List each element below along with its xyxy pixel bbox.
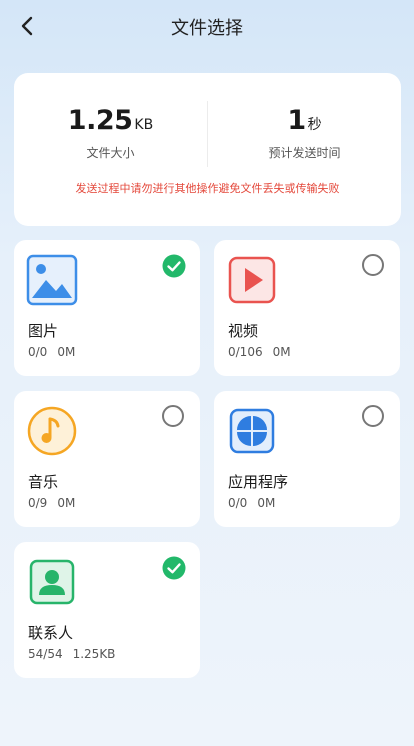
category-meta: 0/0 0M: [28, 345, 85, 359]
radio-circle: [362, 254, 384, 276]
radio-circle: [362, 405, 384, 427]
video-icon: [228, 256, 276, 304]
file-size-value: 1.25: [67, 105, 133, 136]
checked-icon[interactable]: [162, 556, 186, 580]
category-meta: 0/106 0M: [228, 345, 301, 359]
category-name: 图片: [28, 322, 59, 340]
category-name: 联系人: [28, 624, 74, 642]
category-count: 0/0: [28, 345, 48, 359]
category-meta: 0/0 0M: [228, 496, 285, 510]
radio-unchecked-icon[interactable]: [162, 405, 186, 429]
page-title: 文件选择: [171, 18, 243, 39]
category-card-images[interactable]: 图片 0/0 0M: [14, 240, 200, 376]
send-time-unit: 秒: [307, 117, 322, 133]
category-name: 视频: [228, 322, 259, 340]
category-card-music[interactable]: 音乐 0/9 0M: [14, 391, 200, 527]
category-meta: 54/54 1.25KB: [28, 647, 125, 661]
category-count: 0/106: [228, 345, 263, 359]
transfer-stats-card: 1.25 KB 文件大小 1秒 预计发送时间 发送过程中请勿进行其他操作避免文件丢…: [14, 73, 401, 226]
category-name: 音乐: [28, 473, 59, 491]
contact-icon: [29, 559, 75, 605]
category-size: 0M: [57, 345, 76, 359]
category-count: 0/9: [28, 496, 48, 510]
apps-icon: [229, 408, 275, 454]
category-count: 54/54: [28, 647, 63, 661]
send-time-value: 1: [287, 105, 306, 136]
checked-icon[interactable]: [162, 254, 186, 278]
file-size-unit: KB: [134, 117, 154, 133]
category-name: 应用程序: [228, 473, 289, 491]
category-size: 0M: [57, 496, 76, 510]
category-card-apps[interactable]: 应用程序 0/0 0M: [214, 391, 400, 527]
category-count: 0/0: [228, 496, 248, 510]
music-icon: [27, 406, 77, 456]
send-time-label: 预计发送时间: [268, 146, 341, 160]
category-card-contacts[interactable]: 联系人 54/54 1.25KB: [14, 542, 200, 678]
radio-unchecked-icon[interactable]: [362, 405, 386, 429]
file-size-stat: 1.25 KB 文件大小: [14, 105, 207, 161]
send-time-stat: 1秒 预计发送时间: [208, 105, 401, 161]
radio-unchecked-icon[interactable]: [362, 254, 386, 278]
top-bar: 文件选择: [0, 0, 414, 52]
file-size-label: 文件大小: [86, 146, 135, 160]
category-size: 1.25KB: [72, 647, 116, 661]
category-meta: 0/9 0M: [28, 496, 85, 510]
warning-text: 发送过程中请勿进行其他操作避免文件丢失或传输失败: [75, 182, 340, 195]
radio-circle: [162, 405, 184, 427]
category-size: 0M: [272, 345, 291, 359]
category-size: 0M: [257, 496, 276, 510]
category-card-videos[interactable]: 视频 0/106 0M: [214, 240, 400, 376]
image-icon: [26, 254, 78, 306]
